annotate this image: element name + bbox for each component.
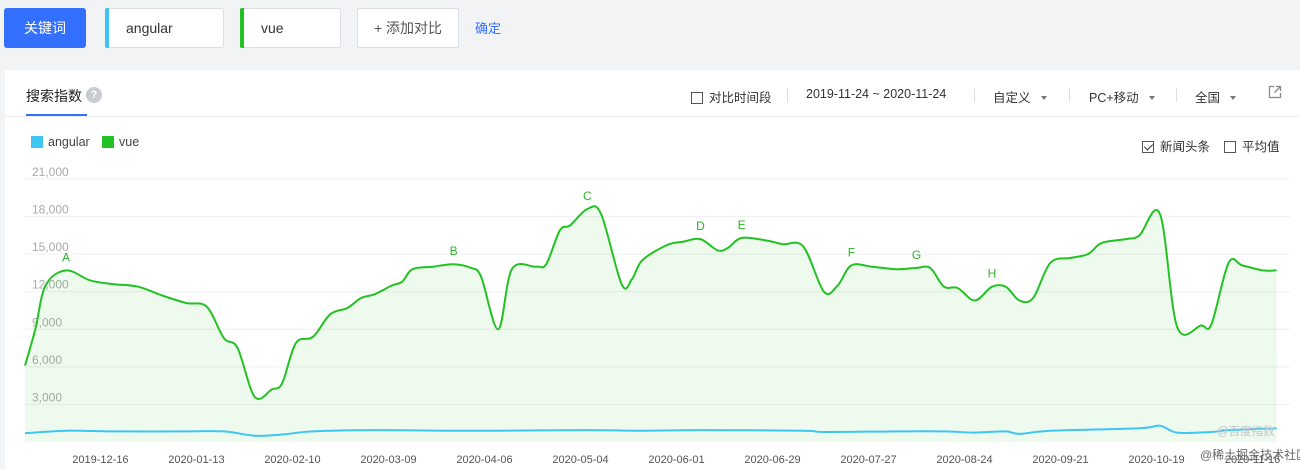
legend-label: vue bbox=[119, 135, 140, 149]
device-dropdown[interactable]: PC+移动 bbox=[1089, 87, 1155, 106]
separator bbox=[1069, 88, 1070, 102]
average-checkbox[interactable]: 平均值 bbox=[1224, 136, 1280, 155]
separator bbox=[1176, 88, 1177, 102]
x-tick-label: 2020-06-29 bbox=[744, 454, 800, 466]
legend-swatch bbox=[31, 136, 43, 148]
external-link-icon[interactable] bbox=[1268, 85, 1282, 99]
checkbox-checked-icon bbox=[1142, 141, 1154, 153]
caret-down-icon bbox=[1230, 96, 1237, 100]
annotation-g[interactable]: G bbox=[912, 248, 921, 262]
question-circle-icon[interactable]: ? bbox=[86, 87, 102, 103]
line-chart: 21,00018,00015,00012,0009,0006,0003,000 … bbox=[24, 165, 1300, 466]
keyword-color-bar bbox=[240, 8, 244, 48]
x-tick-label: 2020-02-10 bbox=[264, 454, 320, 466]
news-headlines-label: 新闻头条 bbox=[1160, 140, 1211, 154]
divider bbox=[5, 116, 1300, 117]
custom-period-label: 自定义 bbox=[993, 91, 1031, 105]
annotation-e[interactable]: E bbox=[738, 218, 746, 232]
keyword-input-vue[interactable]: vue bbox=[240, 8, 341, 48]
x-tick-label: 2020-08-24 bbox=[936, 454, 992, 466]
device-label: PC+移动 bbox=[1089, 91, 1139, 105]
checkbox-icon bbox=[1224, 141, 1236, 153]
legend-label: angular bbox=[48, 135, 90, 149]
search-index-panel: 21,000 18,000 15,000 12,000 9,000 6,000 3,000 … bbox=[5, 70, 1300, 469]
series-area-vue bbox=[25, 206, 1277, 442]
annotation-b[interactable]: B bbox=[450, 244, 458, 258]
add-compare-button[interactable]: + 添加对比 bbox=[357, 8, 459, 48]
average-label: 平均值 bbox=[1242, 140, 1280, 154]
annotation-h[interactable]: H bbox=[988, 267, 997, 281]
x-tick-label: 2020-03-09 bbox=[360, 454, 416, 466]
keyword-text: vue bbox=[261, 20, 284, 36]
caret-down-icon bbox=[1148, 96, 1155, 100]
x-tick-label: 2020-05-04 bbox=[552, 454, 608, 466]
y-tick-label: 18,000 bbox=[32, 203, 69, 217]
keyword-input-angular[interactable]: angular bbox=[105, 8, 224, 48]
news-headlines-checkbox[interactable]: 新闻头条 bbox=[1142, 136, 1210, 155]
legend-item-vue[interactable]: vue bbox=[102, 135, 139, 149]
separator bbox=[974, 88, 975, 102]
annotation-f[interactable]: F bbox=[848, 245, 855, 259]
x-tick-label: 2020-09-21 bbox=[1032, 454, 1088, 466]
legend-item-angular[interactable]: angular bbox=[31, 135, 90, 149]
top-bar: 关键词 angular vue + 添加对比 确定 bbox=[0, 0, 1300, 70]
region-label: 全国 bbox=[1195, 91, 1221, 105]
tab-search-index[interactable]: 搜索指数 bbox=[26, 86, 82, 106]
site-watermark: @稀土掘金技术社区 bbox=[1200, 447, 1300, 462]
annotation-d[interactable]: D bbox=[696, 219, 705, 233]
caret-down-icon bbox=[1040, 96, 1047, 100]
separator bbox=[787, 88, 788, 102]
x-tick-label: 2020-10-19 bbox=[1128, 454, 1184, 466]
x-tick-label: 2020-07-27 bbox=[840, 454, 896, 466]
region-dropdown[interactable]: 全国 bbox=[1195, 87, 1237, 106]
checkbox-icon bbox=[691, 92, 703, 104]
baidu-watermark: @百度指数 bbox=[1217, 424, 1275, 438]
x-tick-label: 2020-04-06 bbox=[456, 454, 512, 466]
custom-period-dropdown[interactable]: 自定义 bbox=[993, 87, 1047, 106]
legend-swatch bbox=[102, 136, 114, 148]
keyword-color-bar bbox=[105, 8, 109, 48]
x-tick-label: 2019-12-16 bbox=[72, 454, 128, 466]
confirm-link[interactable]: 确定 bbox=[475, 18, 501, 37]
annotation-a[interactable]: A bbox=[62, 250, 70, 264]
compare-period-checkbox[interactable]: 对比时间段 bbox=[691, 87, 772, 106]
date-range-picker[interactable]: 2019-11-24 ~ 2020-11-24 bbox=[806, 87, 946, 101]
compare-period-label: 对比时间段 bbox=[709, 91, 772, 105]
keyword-button[interactable]: 关键词 bbox=[4, 8, 86, 48]
keyword-text: angular bbox=[126, 20, 173, 36]
x-tick-label: 2020-06-01 bbox=[648, 454, 704, 466]
x-tick-label: 2020-01-13 bbox=[168, 454, 224, 466]
annotation-c[interactable]: C bbox=[583, 189, 592, 203]
y-tick-label: 21,000 bbox=[32, 165, 69, 179]
